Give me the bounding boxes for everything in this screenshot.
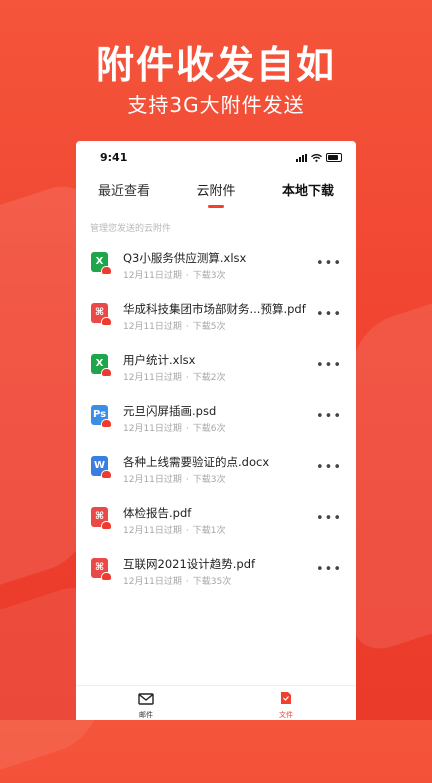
file-type-letter: ⌘ (94, 511, 105, 522)
file-download-count: 下载1次 (192, 526, 226, 536)
more-options-icon[interactable]: ••• (316, 358, 342, 373)
cloud-badge-icon (101, 521, 112, 530)
file-expiry: 12月11日过期 (123, 322, 182, 332)
file-name: 华成科技集团市场部财务...预算.pdf (123, 302, 306, 316)
status-bar: 9:41 (76, 141, 356, 173)
file-type-letter: ⌘ (94, 307, 105, 318)
file-meta: 12月11日过期 · 下载5次 (123, 319, 226, 332)
file-download-count: 下载2次 (192, 373, 226, 383)
cloud-badge-icon (101, 572, 112, 581)
file-name: 互联网2021设计趋势.pdf (123, 557, 256, 571)
file-download-count: 下载3次 (192, 271, 226, 281)
file-meta: 12月11日过期 · 下载2次 (123, 370, 226, 383)
meta-separator: · (185, 322, 189, 332)
file-name: Q3小服务供应测算.xlsx (123, 251, 247, 265)
file-type-letter: X (95, 358, 104, 369)
pdf-icon: ⌘ (91, 303, 112, 326)
wifi-icon (311, 153, 322, 162)
file-expiry: 12月11日过期 (123, 271, 182, 281)
file-name: 体检报告.pdf (123, 506, 192, 520)
nav-files-label: 文件 (279, 711, 293, 719)
word-icon: W (91, 456, 112, 479)
file-list-item[interactable]: ⌘ 华成科技集团市场部财务...预算.pdf 12月11日过期 · 下载5次 ••• (76, 291, 356, 342)
file-name: 用户统计.xlsx (123, 353, 196, 367)
file-expiry: 12月11日过期 (123, 475, 182, 485)
promo-subtitle: 支持3G大附件发送 (127, 93, 305, 117)
file-list-item[interactable]: W 各种上线需要验证的点.docx 12月11日过期 · 下载3次 ••• (76, 444, 356, 495)
nav-mail[interactable]: 邮件 (126, 690, 166, 720)
file-type-letter: ⌘ (94, 562, 105, 573)
file-meta: 12月11日过期 · 下载3次 (123, 472, 226, 485)
phone-screen: 9:41 最近查看 云附件 本地下载 管理您发送的云附件 X Q3小服务供应测算.… (76, 141, 356, 720)
pdf-icon: ⌘ (91, 558, 112, 581)
status-time: 9:41 (100, 151, 128, 164)
more-options-icon[interactable]: ••• (316, 511, 342, 526)
file-list-item[interactable]: X Q3小服务供应测算.xlsx 12月11日过期 · 下载3次 ••• (76, 240, 356, 291)
background-shape (352, 290, 432, 660)
more-options-icon[interactable]: ••• (316, 409, 342, 424)
excel-icon: X (91, 252, 112, 275)
nav-mail-label: 邮件 (139, 711, 153, 719)
cloud-badge-icon (101, 368, 112, 377)
more-options-icon[interactable]: ••• (316, 460, 342, 475)
file-download-count: 下载6次 (192, 424, 226, 434)
meta-separator: · (185, 271, 189, 281)
file-download-count: 下载5次 (192, 322, 226, 332)
cloud-badge-icon (101, 266, 112, 275)
mail-icon (138, 693, 154, 705)
file-meta: 12月11日过期 · 下载6次 (123, 421, 226, 434)
file-expiry: 12月11日过期 (123, 424, 182, 434)
file-list-item[interactable]: ⌘ 体检报告.pdf 12月11日过期 · 下载1次 ••• (76, 495, 356, 546)
file-type-letter: X (95, 256, 104, 267)
meta-separator: · (185, 475, 189, 485)
more-options-icon[interactable]: ••• (316, 256, 342, 271)
file-list-item[interactable]: X 用户统计.xlsx 12月11日过期 · 下载2次 ••• (76, 342, 356, 393)
file-list: X Q3小服务供应测算.xlsx 12月11日过期 · 下载3次 ••• ⌘ 华成科技集团市场… (76, 240, 356, 597)
file-meta: 12月11日过期 · 下载35次 (123, 574, 231, 587)
cloud-badge-icon (101, 470, 112, 479)
section-label: 管理您发送的云附件 (90, 224, 172, 234)
battery-icon (326, 153, 342, 162)
promo-title: 附件收发自如 (95, 43, 336, 87)
tab-cloud-attachments[interactable]: 云附件 (188, 173, 243, 211)
signal-icon (296, 153, 307, 162)
tab-local-downloads[interactable]: 本地下载 (274, 173, 342, 211)
bottom-nav: 邮件 文件 (76, 685, 356, 720)
file-meta: 12月11日过期 · 下载3次 (123, 268, 226, 281)
excel-icon: X (91, 354, 112, 377)
photoshop-icon: Ps (91, 405, 112, 428)
status-icons (296, 153, 342, 162)
meta-separator: · (185, 373, 189, 383)
more-options-icon[interactable]: ••• (316, 307, 342, 322)
tab-bar: 最近查看 云附件 本地下载 (76, 173, 356, 211)
file-icon (281, 692, 291, 704)
file-download-count: 下载3次 (192, 475, 226, 485)
file-name: 各种上线需要验证的点.docx (123, 455, 270, 469)
file-expiry: 12月11日过期 (123, 526, 182, 536)
tab-recent[interactable]: 最近查看 (90, 173, 158, 211)
meta-separator: · (185, 526, 189, 536)
file-expiry: 12月11日过期 (123, 577, 182, 587)
nav-files[interactable]: 文件 (266, 690, 306, 720)
cloud-badge-icon (101, 419, 112, 428)
cloud-badge-icon (101, 317, 112, 326)
file-list-item[interactable]: Ps 元旦闪屏插画.psd 12月11日过期 · 下载6次 ••• (76, 393, 356, 444)
file-list-item[interactable]: ⌘ 互联网2021设计趋势.pdf 12月11日过期 · 下载35次 ••• (76, 546, 356, 597)
file-name: 元旦闪屏插画.psd (123, 404, 217, 418)
meta-separator: · (185, 577, 189, 587)
file-meta: 12月11日过期 · 下载1次 (123, 523, 226, 536)
file-download-count: 下载35次 (192, 577, 232, 587)
meta-separator: · (185, 424, 189, 434)
file-expiry: 12月11日过期 (123, 373, 182, 383)
more-options-icon[interactable]: ••• (316, 562, 342, 577)
pdf-icon: ⌘ (91, 507, 112, 530)
